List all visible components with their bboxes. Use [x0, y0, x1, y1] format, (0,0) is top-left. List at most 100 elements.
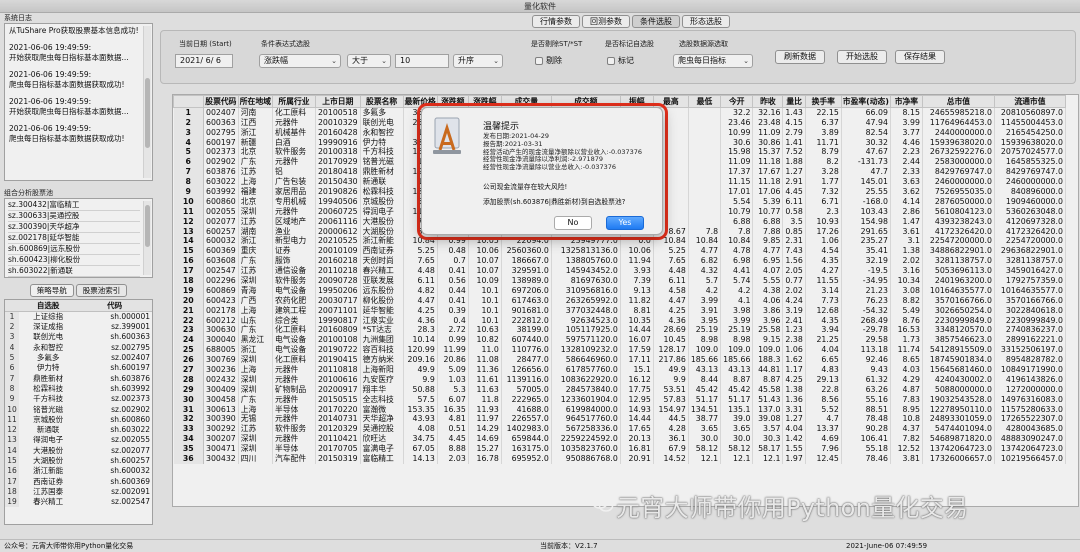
column-header[interactable]: 所在地域	[237, 95, 273, 108]
order-select[interactable]: 升序 ⌄	[453, 54, 503, 68]
table-cell: 10164635577.0	[994, 285, 1066, 296]
chevron-down-icon: ⌄	[381, 57, 387, 65]
combo-item[interactable]: sh.600869|远东股份	[8, 244, 140, 255]
combo-item[interactable]: sz.300432|富临精工	[8, 200, 140, 211]
table-cell: 13742064723.0	[922, 443, 995, 454]
watchlist-row[interactable]: 19 春兴精工 sz.002547	[5, 497, 152, 508]
table-row[interactable]: 30 300458 广东 元器件 20150515 全志科技 57.5 6.07 11.8 222…	[173, 394, 1066, 405]
watchlist-row[interactable]: 4 永和智控 sz.002795	[5, 342, 152, 353]
save-results-button[interactable]: 保存结果	[895, 50, 945, 64]
watchlist-row[interactable]: 18 江苏国泰 sz.002091	[5, 486, 152, 498]
column-header[interactable]: 股票代码	[203, 95, 239, 108]
table-cell: 9.43	[841, 364, 891, 375]
table-row[interactable]: 31 300613 上海 半导体 20170220 富瀚微 153.35 16.35 11.93…	[173, 404, 1066, 415]
column-header[interactable]: 股票名称	[359, 95, 404, 108]
column-header[interactable]: 今开	[720, 95, 754, 108]
watchlist-row[interactable]: 3 联创光电 sh.600363	[5, 332, 152, 343]
table-row[interactable]: 28 002432 深圳 元器件 20100616 九安医疗 9.9 1.03 11.61 113…	[173, 374, 1066, 385]
combo-item[interactable]: sz.300633|吴通控股	[8, 211, 140, 222]
table-row[interactable]: 16 603608 广东 服饰 20160218 天创时尚 7.65 0.7 10.07 1866…	[173, 256, 1066, 266]
column-header[interactable]: 换手率	[804, 95, 842, 108]
combo-item[interactable]: sz.002178|延华智能	[8, 233, 140, 244]
no-button[interactable]: No	[554, 216, 592, 230]
table-cell: 10.1	[468, 295, 502, 306]
combo-item[interactable]: sh.603022|新通联	[8, 266, 140, 277]
watchlist-row[interactable]: 9 千方科技 sz.002373	[5, 394, 152, 405]
watchlist-header-name[interactable]: 自选股	[19, 300, 78, 312]
tab-backtest-params[interactable]: 回测参数	[582, 15, 630, 28]
table-cell: 88.51	[841, 404, 891, 415]
row-number: 16	[5, 466, 19, 477]
field-select[interactable]: 涨跌幅 ⌄	[259, 54, 341, 68]
table-row[interactable]: 29 300409 深圳 矿物制品 20200917 翔丰华 50.88 5.3 11.63 57…	[173, 384, 1066, 395]
watchlist-row[interactable]: 5 多氟多 sz.002407	[5, 352, 152, 364]
table-cell: 4.38	[752, 285, 784, 296]
watchlist-row[interactable]: 13 得润电子 sz.002055	[5, 435, 152, 446]
table-row[interactable]: 32 300390 无锡 元器件 20140731 天华超净 43.93 4.81 11.97 2…	[173, 414, 1066, 425]
watchlist-row[interactable]: 11 京城股份 sh.600860	[5, 414, 152, 425]
table-row[interactable]: 19 600869 青海 电气设备 19950206 远东股份 4.82 0.44 10.1 69…	[173, 285, 1066, 296]
table-row[interactable]: 33 300292 江苏 软件服务 20120329 吴通控股 4.08 0.51 14.29 1…	[173, 424, 1066, 435]
watchlist-row[interactable]: 7 鼎胜新材 sh.603876	[5, 373, 152, 384]
date-input[interactable]: 2021/ 6/ 6	[175, 54, 233, 68]
table-row[interactable]: 21 002178 上海 建筑工程 20071101 延华智能 4.25 0.39 10.1 90…	[173, 305, 1066, 316]
table-row[interactable]: 17 002547 江苏 通信设备 20110218 春兴精工 4.48 0.41 10.07 3…	[173, 265, 1066, 276]
column-header[interactable]: 市盈率(动态)	[840, 95, 891, 108]
column-header[interactable]: 昨收	[752, 95, 784, 108]
column-header[interactable]: 上市日期	[314, 95, 361, 108]
tab-strategy-nav[interactable]: 策略导航	[29, 284, 74, 297]
column-header[interactable]: 流通市值	[993, 95, 1066, 108]
watchlist-row[interactable]: 8 松霖科技 sh.603992	[5, 383, 152, 395]
table-cell: 0.56	[437, 275, 469, 286]
column-header[interactable]: 最低	[687, 95, 722, 108]
column-header[interactable]: 总市值	[921, 95, 995, 108]
table-row[interactable]: 15 600369 重庆 证券 20010109 西南证券 5.25 0.48 10.06 256…	[173, 246, 1066, 257]
system-log[interactable]: 从TuShare Pro获取股票基本信息成功! 2021-06-06 19:49:…	[4, 23, 153, 181]
table-row[interactable]: 27 300236 上海 元器件 20110818 上海新阳 49.9 5.09 11.36 12…	[173, 364, 1066, 375]
watchlist-header-code[interactable]: 代码	[77, 300, 152, 312]
watchlist-row[interactable]: 14 大港股份 sz.002077	[5, 445, 152, 456]
row-number: 12	[5, 424, 19, 436]
threshold-input[interactable]: 10	[395, 54, 449, 68]
exclude-st-checkbox[interactable]: 剔除	[535, 55, 562, 66]
source-select[interactable]: 爬虫每日指标 ⌄	[673, 54, 753, 68]
column-header[interactable]: 量比	[782, 95, 806, 108]
table-row[interactable]: 24 300040 黑龙江 电气设备 20100108 九洲集团 10.14 0.99 10.8…	[173, 335, 1066, 346]
table-row[interactable]: 26 300769 深圳 化工原料 20190415 德方纳米 209.16 20.86 11.…	[173, 354, 1066, 365]
table-row[interactable]: 18 002296 深圳 软件服务 20090728 亚联发展 6.11 0.56 10.09 1…	[173, 275, 1066, 286]
mark-watchlist-checkbox[interactable]: 标记	[607, 55, 634, 66]
start-select-button[interactable]: 开始选股	[837, 50, 887, 64]
watchlist-row[interactable]: 10 铭普光磁 sz.002902	[5, 404, 152, 415]
table-cell: 51.17	[688, 394, 722, 405]
column-header[interactable]: 所属行业	[271, 95, 316, 108]
table-cell: 20030717	[315, 295, 361, 306]
watchlist-row[interactable]: 12 新通联 sh.603022	[5, 424, 152, 436]
table-row[interactable]: 23 300630 广东 化工原料 20160809 *ST达志 28.3 2.72 10.63…	[173, 325, 1066, 336]
table-row[interactable]: 25 688005 浙江 电气设备 20190722 容百科技 120.99 11.99 11.…	[173, 345, 1066, 355]
watchlist-row[interactable]: 2 深证成指 sz.399001	[5, 322, 152, 333]
watchlist-row[interactable]: 16 浙江新能 sh.600032	[5, 466, 152, 477]
tab-pattern-select[interactable]: 形态选股	[682, 15, 730, 28]
log-scrollbar[interactable]	[143, 26, 151, 178]
column-header[interactable]: 市净率	[889, 95, 923, 108]
table-row[interactable]: 36 300432 四川 汽车配件 20150319 富临精工 14.13 2.03 16.78…	[173, 453, 1066, 464]
operator-select[interactable]: 大于 ⌄	[347, 54, 391, 68]
table-row[interactable]: 22 600212 山东 综合类 19990817 江泉实业 4.36 0.4 10.1 2228…	[173, 315, 1066, 326]
refresh-data-button[interactable]: 刷新数据	[775, 50, 825, 64]
tab-condition-select[interactable]: 条件选股	[632, 15, 680, 28]
watchlist-row[interactable]: 15 大湖股份 sh.600257	[5, 455, 152, 467]
watchlist-row[interactable]: 6 伊力特 sh.600197	[5, 363, 152, 374]
tab-pool-index[interactable]: 股票池索引	[75, 284, 128, 297]
tab-market-params[interactable]: 行情参数	[532, 15, 580, 28]
table-row[interactable]: 20 600423 广西 农药化肥 20030717 柳化股份 4.47 0.41 10.1 61…	[173, 295, 1066, 306]
combo-scrollbar[interactable]	[143, 201, 151, 275]
table-row[interactable]: 35 300471 深圳 半导体 20170705 富满电子 67.05 8.88 15.27 1…	[173, 443, 1066, 454]
table-row[interactable]: 34 300207 深圳 元器件 20110421 欣旺达 34.75 4.45 14.69 65…	[173, 434, 1066, 444]
combo-item[interactable]: sz.300390|天华超净	[8, 222, 140, 233]
watchlist-row[interactable]: 17 西南证券 sh.600369	[5, 476, 152, 487]
yes-button[interactable]: Yes	[606, 216, 644, 230]
combo-item[interactable]: sh.600423|柳化股份	[8, 255, 140, 266]
row-number: 15	[5, 455, 19, 467]
watchlist-row[interactable]: 1 上证综指 sh.000001	[5, 311, 152, 322]
combo-stock-pool[interactable]: sz.300432|富临精工 sz.300633|吴通控股 sz.300390|天华…	[4, 198, 153, 278]
